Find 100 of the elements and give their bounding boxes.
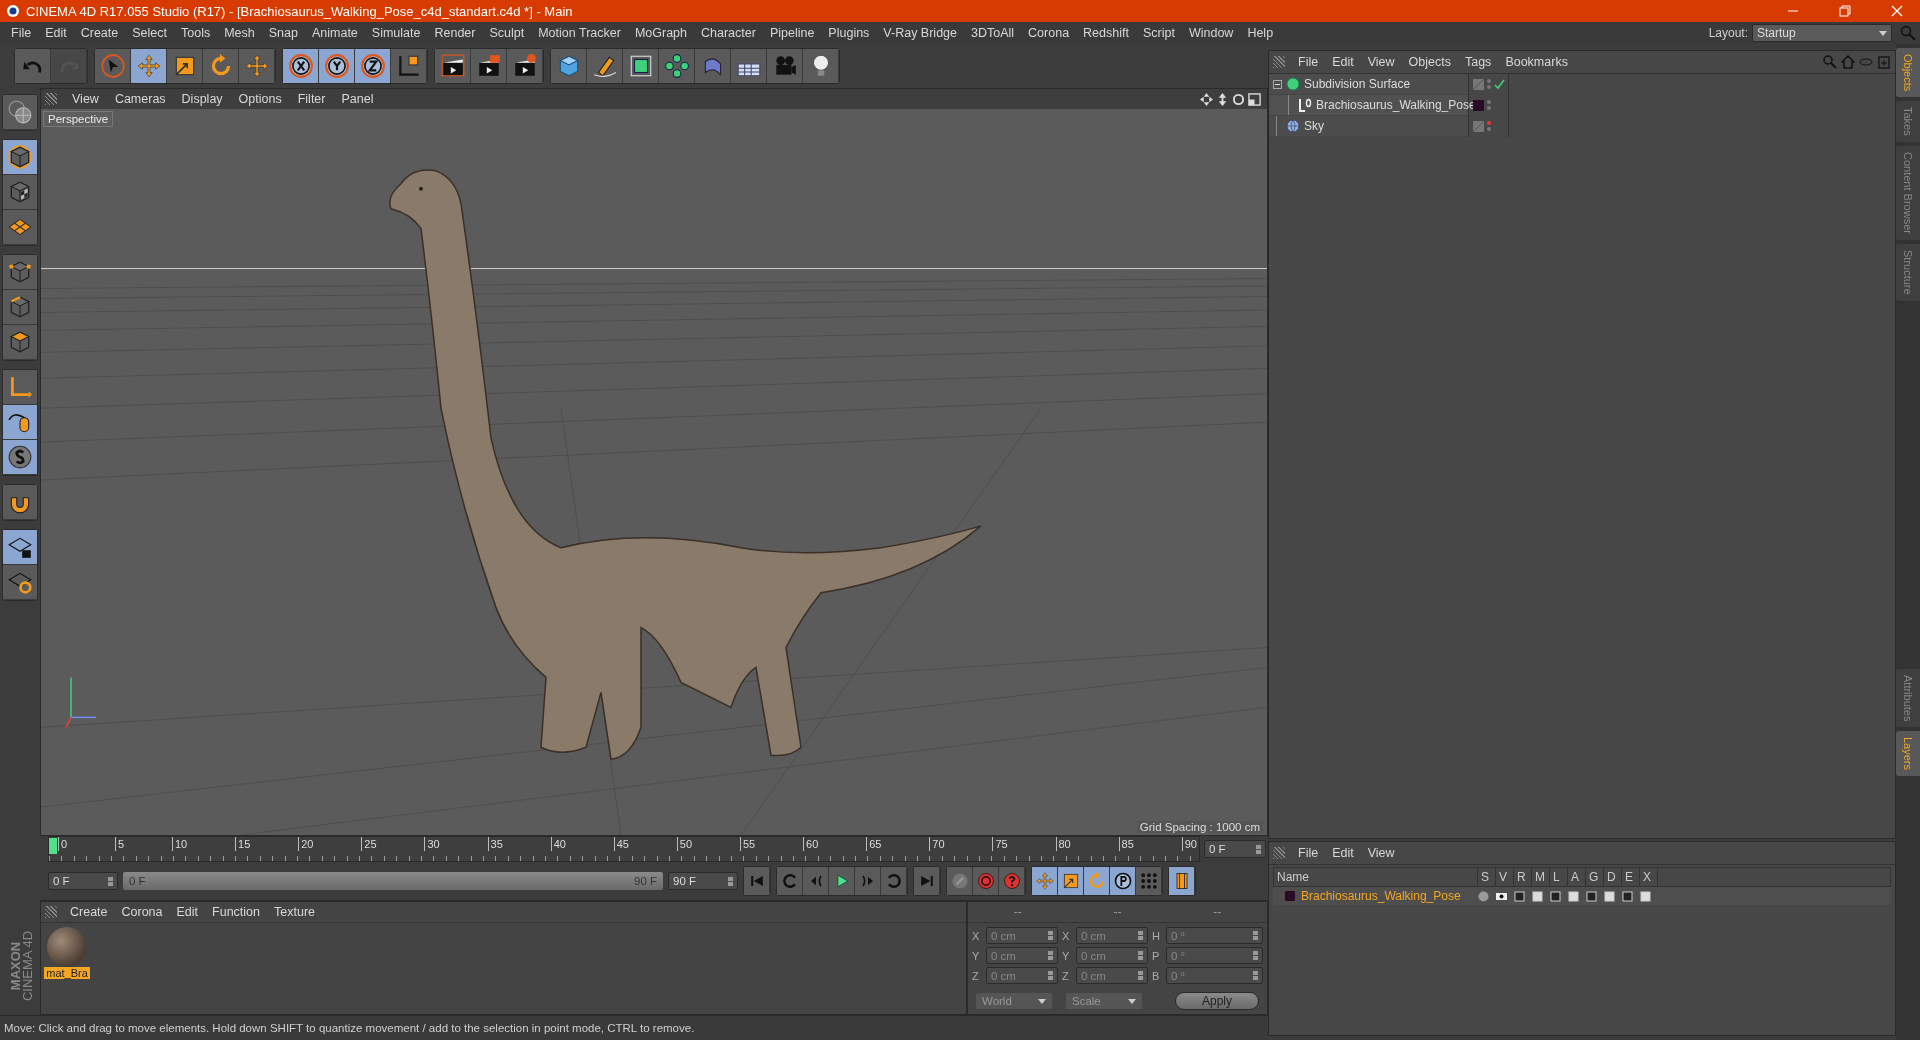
next-frame-icon[interactable] xyxy=(855,867,881,895)
menu-item[interactable]: Display xyxy=(174,92,230,106)
menu-item[interactable]: View xyxy=(1360,55,1402,69)
menu-item[interactable]: Edit xyxy=(169,905,206,919)
apply-button[interactable]: Apply xyxy=(1175,992,1259,1010)
menu-item[interactable]: Render xyxy=(427,26,483,40)
menu-item[interactable]: Function xyxy=(205,905,268,919)
menu-item[interactable]: Sculpt xyxy=(482,26,532,40)
rotate-icon[interactable] xyxy=(1084,867,1110,895)
cage-cube-icon[interactable] xyxy=(623,49,659,83)
panel-grip[interactable] xyxy=(45,93,57,105)
film-icon[interactable] xyxy=(1169,867,1195,895)
cloner-icon[interactable] xyxy=(659,49,695,83)
menu-item[interactable]: MoGraph xyxy=(627,26,694,40)
move-icon[interactable] xyxy=(131,49,167,83)
bend-icon[interactable] xyxy=(695,49,731,83)
menu-item[interactable]: Filter xyxy=(290,92,333,106)
layer-color-swatch[interactable] xyxy=(1285,891,1295,901)
grid-lock-icon[interactable] xyxy=(3,530,37,565)
menu-item[interactable]: Objects xyxy=(1401,55,1458,69)
menu-item[interactable]: Script xyxy=(1135,26,1182,40)
panel-grip[interactable] xyxy=(45,906,57,918)
rotate-view-icon[interactable] xyxy=(1232,92,1245,106)
skip-start-icon[interactable] xyxy=(744,867,770,895)
next-key-icon[interactable] xyxy=(881,867,907,895)
dots-icon[interactable] xyxy=(1136,867,1162,895)
menu-item[interactable]: Motion Tracker xyxy=(531,26,628,40)
end-frame-field[interactable]: 90 F xyxy=(668,872,738,890)
light-bulb-icon[interactable] xyxy=(803,49,839,83)
timeline-ruler[interactable]: 0 5 10 15 20 25 30 35 40 45 50 55 60 65 70 75 80 85 90 xyxy=(48,836,1200,862)
menu-item[interactable]: Cameras xyxy=(107,92,173,106)
axis-cube-icon[interactable] xyxy=(391,49,427,83)
menu-item[interactable]: File xyxy=(1291,55,1326,69)
y-axis-icon[interactable] xyxy=(319,49,355,83)
checkmark-icon[interactable] xyxy=(1494,78,1505,90)
scale-icon[interactable] xyxy=(1058,867,1084,895)
current-frame-field[interactable]: 0 F xyxy=(1204,840,1266,858)
panel-grip[interactable] xyxy=(1273,56,1285,68)
cube-points-icon[interactable] xyxy=(3,255,37,290)
record-icon[interactable] xyxy=(973,867,999,895)
menu-item[interactable]: File xyxy=(4,26,39,40)
skip-end-icon[interactable] xyxy=(914,867,940,895)
menu-item[interactable]: Select xyxy=(125,26,174,40)
menu-item[interactable]: Panel xyxy=(334,92,381,106)
z-axis-icon[interactable] xyxy=(355,49,391,83)
menu-item[interactable]: Tools xyxy=(174,26,218,40)
start-frame-field[interactable]: 0 F xyxy=(48,872,118,890)
visibility-dots[interactable] xyxy=(1487,100,1491,110)
globe-icon[interactable] xyxy=(3,95,37,130)
menu-item[interactable]: Window xyxy=(1181,26,1241,40)
mouse-icon[interactable] xyxy=(3,405,37,440)
magnet-icon[interactable] xyxy=(3,485,37,520)
menu-item[interactable]: Help xyxy=(1240,26,1281,40)
playhead-marker[interactable] xyxy=(49,838,57,854)
side-tab[interactable]: Layers xyxy=(1896,730,1920,776)
x-axis-icon[interactable] xyxy=(283,49,319,83)
menu-item[interactable]: Pipeline xyxy=(762,26,822,40)
menu-item[interactable]: Corona xyxy=(114,905,170,919)
side-tab[interactable]: Objects xyxy=(1896,48,1920,98)
menu-item[interactable]: View xyxy=(65,92,106,106)
maximize-view-icon[interactable] xyxy=(1248,92,1261,106)
solo-dot-icon[interactable] xyxy=(1477,889,1490,903)
menu-item[interactable]: Corona xyxy=(1021,26,1077,40)
move-icon[interactable] xyxy=(1032,867,1058,895)
move-icon[interactable] xyxy=(239,49,275,83)
scale-icon[interactable] xyxy=(167,49,203,83)
menu-item[interactable]: Mesh xyxy=(217,26,262,40)
axis-icon[interactable] xyxy=(3,370,37,405)
menu-item[interactable]: Edit xyxy=(1325,55,1361,69)
menu-item[interactable]: Texture xyxy=(267,905,323,919)
menu-item[interactable]: Redshift xyxy=(1076,26,1136,40)
previous-frame-icon[interactable] xyxy=(803,867,829,895)
material-preview-sphere[interactable] xyxy=(47,927,87,967)
menu-item[interactable]: Character xyxy=(694,26,763,40)
menu-item[interactable]: Plugins xyxy=(821,26,877,40)
visibility-dots[interactable] xyxy=(1487,121,1491,131)
menu-item[interactable]: Simulate xyxy=(364,26,428,40)
zoom-view-icon[interactable] xyxy=(1216,92,1229,106)
snap-icon[interactable] xyxy=(3,440,37,475)
visibility-dots[interactable] xyxy=(1487,79,1491,89)
panel-grip[interactable] xyxy=(1273,847,1285,859)
menu-item[interactable]: Bookmarks xyxy=(1498,55,1575,69)
menu-item[interactable]: Edit xyxy=(38,26,74,40)
parameter-icon[interactable] xyxy=(1110,867,1136,895)
floor-grid-icon[interactable] xyxy=(731,49,767,83)
menu-item[interactable]: Edit xyxy=(1325,846,1361,860)
move-view-icon[interactable] xyxy=(1200,92,1213,106)
menu-item[interactable]: Options xyxy=(231,92,289,106)
play-icon[interactable] xyxy=(829,867,855,895)
menu-item[interactable]: Create xyxy=(73,26,126,40)
menu-item[interactable]: View xyxy=(1360,846,1402,860)
pen-icon[interactable] xyxy=(587,49,623,83)
clapperboard-gear-icon[interactable] xyxy=(507,49,543,83)
menu-item[interactable]: Tags xyxy=(1457,55,1499,69)
menu-item[interactable]: Animate xyxy=(304,26,365,40)
previous-key-icon[interactable] xyxy=(777,867,803,895)
cube-icon[interactable] xyxy=(551,49,587,83)
question-icon[interactable] xyxy=(999,867,1025,895)
collapse-toggle[interactable] xyxy=(1273,79,1282,89)
menu-item[interactable]: Create xyxy=(63,905,115,919)
